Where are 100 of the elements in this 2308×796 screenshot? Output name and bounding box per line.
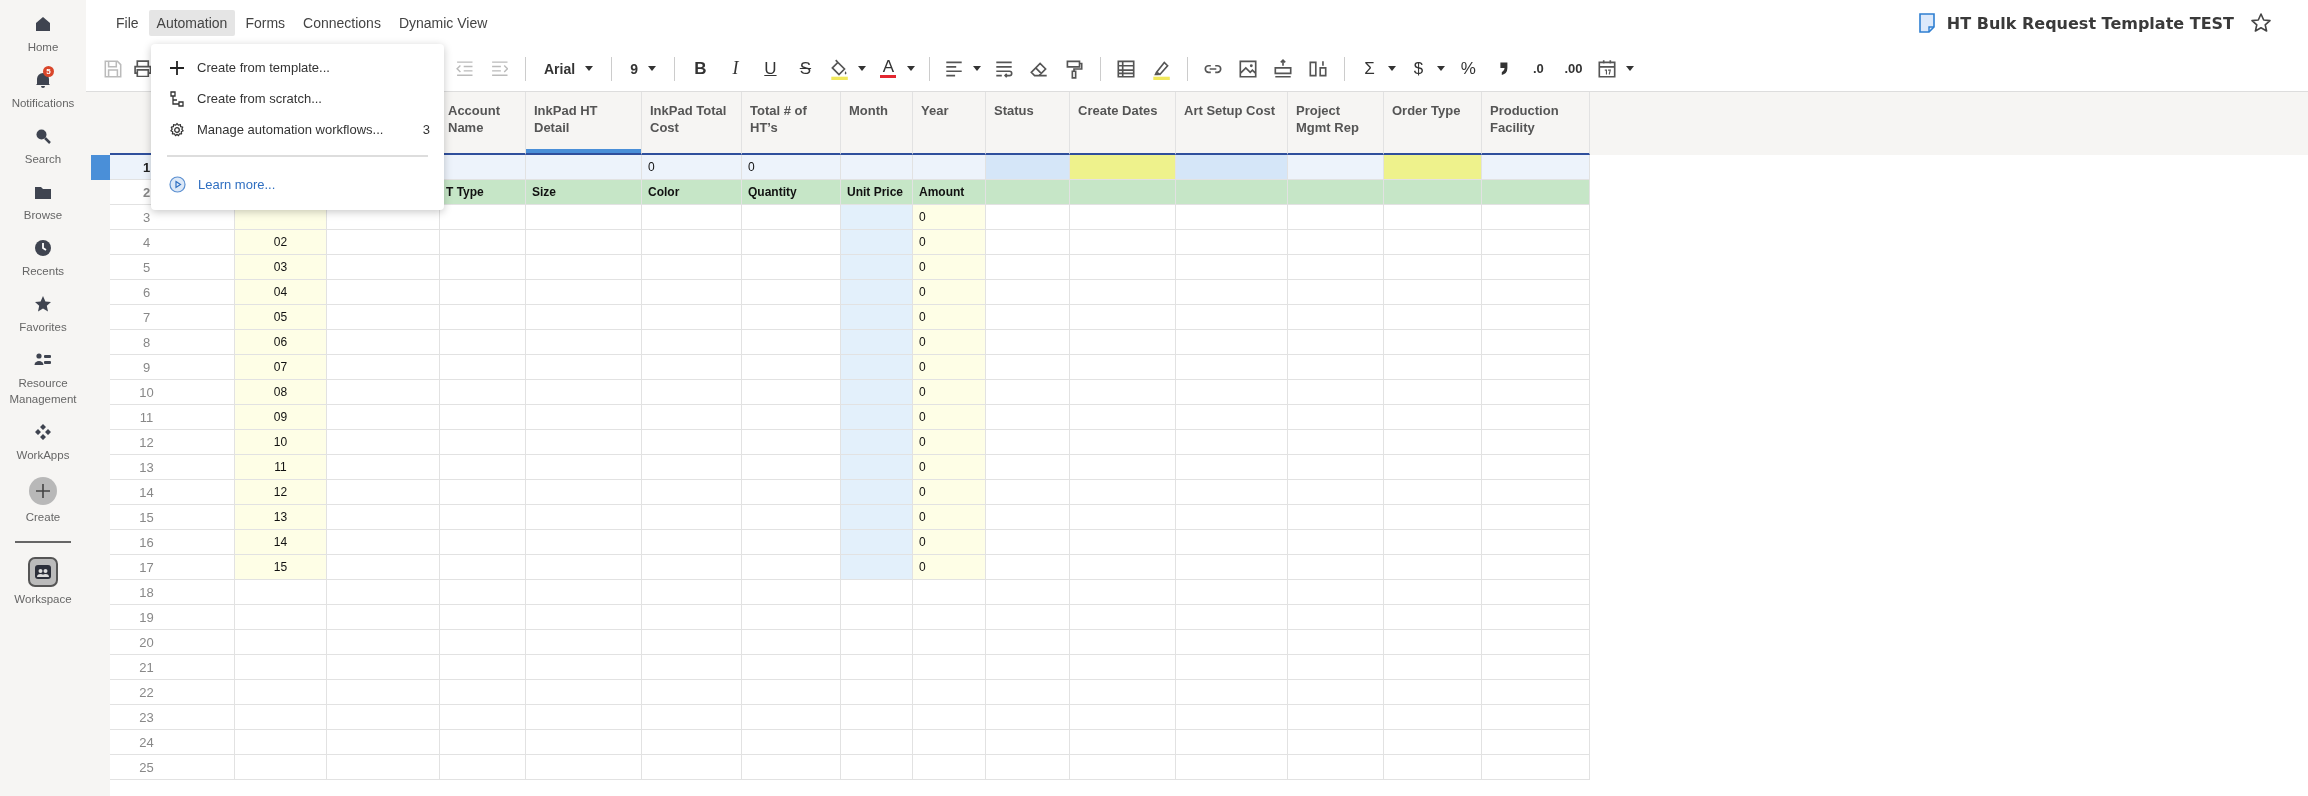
table-cell[interactable] <box>1384 755 1482 780</box>
table-cell[interactable] <box>1070 755 1176 780</box>
decrease-decimal-button[interactable]: .0 <box>1520 53 1556 84</box>
table-cell[interactable]: 15 <box>235 555 327 580</box>
italic-button[interactable]: I <box>717 53 753 84</box>
row-number[interactable]: 4 <box>110 230 235 255</box>
table-cell[interactable]: 08 <box>235 380 327 405</box>
table-cell[interactable]: 0 <box>913 205 986 230</box>
row-number[interactable]: 13 <box>110 455 235 480</box>
row-number[interactable]: 18 <box>110 580 235 605</box>
menu-item[interactable]: Forms <box>237 10 294 36</box>
table-cell[interactable]: 0 <box>913 305 986 330</box>
table-cell[interactable]: 14 <box>235 530 327 555</box>
row-number[interactable]: 25 <box>110 755 235 780</box>
menu-item[interactable]: Automation <box>148 10 236 36</box>
table-cell[interactable] <box>1384 155 1482 180</box>
table-cell[interactable] <box>841 230 913 255</box>
table-cell[interactable] <box>841 280 913 305</box>
table-cell[interactable]: 03 <box>235 255 327 280</box>
table-cell[interactable] <box>1482 755 1590 780</box>
table-cell[interactable] <box>841 330 913 355</box>
table-cell[interactable]: 04 <box>235 280 327 305</box>
table-cell[interactable] <box>986 155 1070 180</box>
sidebar-item[interactable]: Favorites <box>0 293 86 335</box>
table-cell[interactable]: 0 <box>913 280 986 305</box>
table-cell[interactable] <box>841 405 913 430</box>
table-cell[interactable]: 09 <box>235 405 327 430</box>
table-cell[interactable]: 0 <box>913 355 986 380</box>
font-size-dropdown[interactable]: 9 <box>620 60 666 77</box>
table-cell[interactable]: 0 <box>913 430 986 455</box>
row-number[interactable]: 8 <box>110 330 235 355</box>
table-cell[interactable]: 02 <box>235 230 327 255</box>
table-cell[interactable] <box>986 755 1070 780</box>
table-cell[interactable]: 0 <box>913 480 986 505</box>
table-cell[interactable] <box>742 755 841 780</box>
table-cell[interactable] <box>841 205 913 230</box>
row-number[interactable]: 6 <box>110 280 235 305</box>
strikethrough-button[interactable]: S <box>787 53 823 84</box>
sidebar-item[interactable]: Search <box>0 125 86 167</box>
table-cell[interactable] <box>913 755 986 780</box>
table-cell[interactable] <box>841 255 913 280</box>
table-cell[interactable] <box>235 755 327 780</box>
table-cell[interactable]: 0 <box>913 405 986 430</box>
row-number[interactable]: 17 <box>110 555 235 580</box>
row-number[interactable]: 19 <box>110 605 235 630</box>
column-header[interactable]: InkPad HT Detail <box>526 92 642 155</box>
table-cell[interactable] <box>1176 155 1288 180</box>
table-cell[interactable]: 13 <box>235 505 327 530</box>
table-cell[interactable] <box>841 380 913 405</box>
sidebar-item[interactable]: WorkApps <box>0 421 86 463</box>
sidebar-item[interactable]: Resource Management <box>0 349 86 407</box>
table-cell[interactable] <box>327 755 440 780</box>
table-cell[interactable] <box>642 755 742 780</box>
table-cell[interactable]: 0 <box>913 330 986 355</box>
table-cell[interactable]: 07 <box>235 355 327 380</box>
table-cell[interactable]: 12 <box>235 480 327 505</box>
sidebar-item[interactable]: Create <box>0 477 86 525</box>
table-cell[interactable]: 11 <box>235 455 327 480</box>
table-cell[interactable]: 0 <box>913 555 986 580</box>
table-cell[interactable]: 05 <box>235 305 327 330</box>
table-cell[interactable]: 0 <box>913 255 986 280</box>
table-cell[interactable] <box>841 455 913 480</box>
row-number[interactable]: 7 <box>110 305 235 330</box>
table-cell[interactable] <box>1288 755 1384 780</box>
row-number[interactable]: 15 <box>110 505 235 530</box>
row-number[interactable]: 20 <box>110 630 235 655</box>
row-number[interactable]: 23 <box>110 705 235 730</box>
row-number[interactable]: 14 <box>110 480 235 505</box>
table-cell[interactable] <box>841 555 913 580</box>
row-number[interactable]: 9 <box>110 355 235 380</box>
table-cell[interactable]: 10 <box>235 430 327 455</box>
table-cell[interactable]: 0 <box>913 505 986 530</box>
table-cell[interactable]: 0 <box>913 380 986 405</box>
menu-item[interactable]: Dynamic View <box>390 10 496 36</box>
sidebar-item[interactable]: 5 Notifications <box>0 69 86 111</box>
table-cell[interactable] <box>841 530 913 555</box>
sum-button[interactable]: Σ <box>1352 53 1386 84</box>
bold-button[interactable]: B <box>682 53 718 84</box>
sidebar-item[interactable]: Recents <box>0 237 86 279</box>
table-cell[interactable] <box>1070 155 1176 180</box>
menu-item[interactable]: Connections <box>295 10 389 36</box>
table-cell[interactable]: 0 <box>913 230 986 255</box>
table-cell[interactable] <box>1176 755 1288 780</box>
table-cell[interactable] <box>841 755 913 780</box>
row-number[interactable]: 5 <box>110 255 235 280</box>
table-cell[interactable]: 0 <box>913 530 986 555</box>
table-cell[interactable] <box>526 755 642 780</box>
row-number[interactable]: 21 <box>110 655 235 680</box>
row-number[interactable]: 22 <box>110 680 235 705</box>
table-cell[interactable]: 06 <box>235 330 327 355</box>
menu-option[interactable]: Create from template... <box>151 52 444 83</box>
row-selector[interactable] <box>91 155 110 180</box>
table-cell[interactable]: 0 <box>913 455 986 480</box>
percent-button[interactable]: % <box>1450 53 1486 84</box>
currency-button[interactable]: $ <box>1401 53 1435 84</box>
row-number[interactable]: 12 <box>110 430 235 455</box>
menu-item[interactable]: File <box>108 10 147 36</box>
increase-decimal-button[interactable]: .00 <box>1555 53 1591 84</box>
sidebar-item[interactable]: Browse <box>0 181 86 223</box>
table-cell[interactable] <box>440 755 526 780</box>
